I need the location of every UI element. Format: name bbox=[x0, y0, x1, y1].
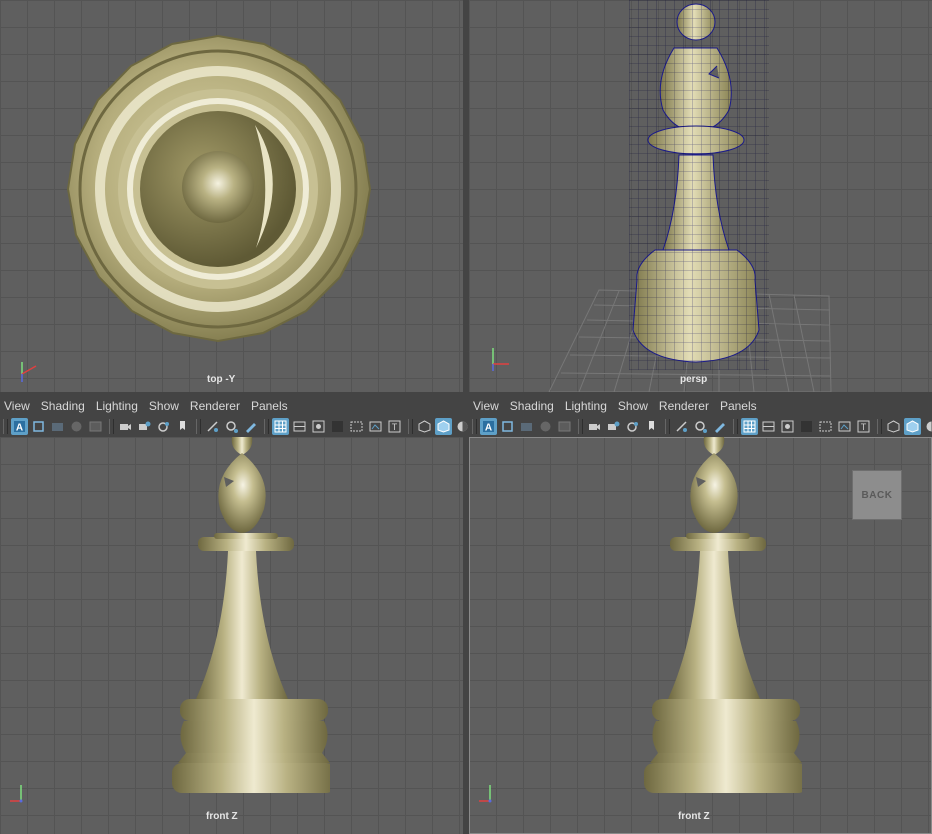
menu-show[interactable]: Show bbox=[614, 399, 655, 413]
title-safe-icon[interactable] bbox=[836, 418, 853, 435]
text-icon[interactable]: T bbox=[386, 418, 403, 435]
film-gate-icon[interactable] bbox=[673, 418, 690, 435]
camera-icon[interactable] bbox=[117, 418, 134, 435]
panel-toolbar-right: A T bbox=[469, 416, 932, 438]
smooth-shade-icon[interactable] bbox=[904, 418, 921, 435]
grid-icon[interactable] bbox=[741, 418, 758, 435]
camera-icon[interactable] bbox=[586, 418, 603, 435]
bookmarks-icon[interactable] bbox=[518, 418, 535, 435]
toolbar-separator bbox=[264, 419, 269, 434]
resolution-gate-icon[interactable] bbox=[329, 418, 346, 435]
safe-action-icon[interactable] bbox=[779, 418, 796, 435]
menu-renderer[interactable]: Renderer bbox=[655, 399, 716, 413]
resolution-gate-icon[interactable] bbox=[798, 418, 815, 435]
menu-view[interactable]: View bbox=[0, 399, 37, 413]
menu-show[interactable]: Show bbox=[145, 399, 186, 413]
panel-menubar-left: View Shading Lighting Show Renderer Pane… bbox=[0, 396, 463, 416]
image-plane-icon[interactable] bbox=[68, 418, 85, 435]
pin-icon[interactable] bbox=[174, 418, 191, 435]
bishop-front-view-right bbox=[644, 437, 802, 793]
svg-text:T: T bbox=[392, 422, 398, 432]
field-chart-icon[interactable] bbox=[760, 418, 777, 435]
viewport-persp[interactable]: persp bbox=[469, 0, 932, 392]
bishop-persp-wireframe bbox=[629, 0, 769, 370]
bookmarks-icon[interactable] bbox=[49, 418, 66, 435]
svg-text:T: T bbox=[861, 422, 867, 432]
pan-zoom-icon[interactable] bbox=[692, 418, 709, 435]
xray-icon[interactable] bbox=[155, 418, 172, 435]
shadows-icon[interactable] bbox=[923, 418, 932, 435]
panel-toolbar-left: A T bbox=[0, 416, 468, 438]
toolbar-separator bbox=[733, 419, 738, 434]
select-camera-icon[interactable]: A bbox=[11, 418, 28, 435]
viewport-label-persp: persp bbox=[680, 374, 708, 385]
menu-lighting[interactable]: Lighting bbox=[92, 399, 145, 413]
camera-attributes-icon[interactable] bbox=[499, 418, 516, 435]
field-chart-icon[interactable] bbox=[291, 418, 308, 435]
smooth-shade-icon[interactable] bbox=[435, 418, 452, 435]
bishop-front-view-left bbox=[172, 437, 330, 793]
toolbar-separator bbox=[3, 419, 8, 434]
xray-icon[interactable] bbox=[624, 418, 641, 435]
pin-icon[interactable] bbox=[643, 418, 660, 435]
gate-mask-icon[interactable] bbox=[348, 418, 365, 435]
bishop-top-view bbox=[66, 34, 372, 343]
viewport-front-left[interactable]: front Z bbox=[0, 437, 463, 834]
toolbar-separator bbox=[472, 419, 477, 434]
viewport-label-front-right: front Z bbox=[678, 811, 710, 822]
menu-shading[interactable]: Shading bbox=[506, 399, 561, 413]
viewport-label-top: top -Y bbox=[207, 374, 236, 385]
svg-text:A: A bbox=[16, 423, 23, 434]
wireframe-icon[interactable] bbox=[416, 418, 433, 435]
svg-text:A: A bbox=[485, 423, 492, 434]
menu-renderer[interactable]: Renderer bbox=[186, 399, 247, 413]
pan-zoom-icon[interactable] bbox=[223, 418, 240, 435]
viewport-label-front-left: front Z bbox=[206, 811, 238, 822]
select-camera-icon[interactable]: A bbox=[480, 418, 497, 435]
viewport-top[interactable]: top -Y bbox=[0, 0, 463, 392]
camera-attributes-icon[interactable] bbox=[30, 418, 47, 435]
toolbar-separator bbox=[665, 419, 670, 434]
bishop-body bbox=[629, 0, 769, 370]
grid-icon-2[interactable] bbox=[556, 418, 573, 435]
menu-shading[interactable]: Shading bbox=[37, 399, 92, 413]
toolbar-separator bbox=[877, 419, 882, 434]
film-gate-icon[interactable] bbox=[204, 418, 221, 435]
safe-action-icon[interactable] bbox=[310, 418, 327, 435]
axis-indicator-persp bbox=[492, 348, 509, 371]
menu-panels[interactable]: Panels bbox=[716, 399, 764, 413]
image-plane-icon[interactable] bbox=[537, 418, 554, 435]
grid-icon[interactable] bbox=[272, 418, 289, 435]
menu-lighting[interactable]: Lighting bbox=[561, 399, 614, 413]
toolbar-separator bbox=[109, 419, 114, 434]
wireframe-icon[interactable] bbox=[885, 418, 902, 435]
camera-lock-icon[interactable] bbox=[136, 418, 153, 435]
grease-pencil-icon[interactable] bbox=[242, 418, 259, 435]
axis-indicator-top bbox=[21, 362, 37, 382]
menu-view[interactable]: View bbox=[469, 399, 506, 413]
toolbar-separator bbox=[196, 419, 201, 434]
gate-mask-icon[interactable] bbox=[817, 418, 834, 435]
menu-panels[interactable]: Panels bbox=[247, 399, 295, 413]
title-safe-icon[interactable] bbox=[367, 418, 384, 435]
axis-indicator-front-right bbox=[479, 785, 492, 803]
camera-lock-icon[interactable] bbox=[605, 418, 622, 435]
back-button[interactable]: BACK bbox=[852, 470, 902, 520]
text-icon[interactable]: T bbox=[855, 418, 872, 435]
toolbar-separator bbox=[408, 419, 413, 434]
axis-indicator-front-left bbox=[10, 785, 23, 803]
panel-menubar-right: View Shading Lighting Show Renderer Pane… bbox=[469, 396, 932, 416]
grid-icon-2[interactable] bbox=[87, 418, 104, 435]
grease-pencil-icon[interactable] bbox=[711, 418, 728, 435]
toolbar-separator bbox=[578, 419, 583, 434]
